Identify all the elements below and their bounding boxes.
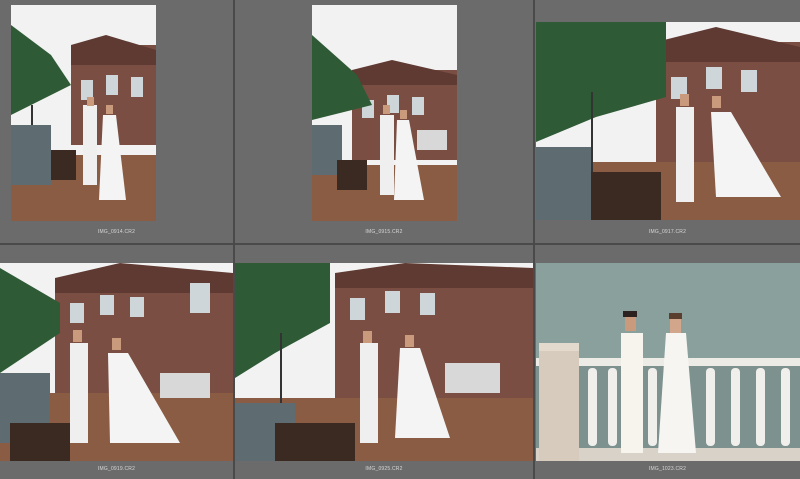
photo-cell[interactable]: IMG_1023.CR2 xyxy=(535,245,800,479)
photo-cell[interactable]: IMG_0925.CR2 xyxy=(235,245,533,479)
photo-thumbnail[interactable] xyxy=(0,263,233,461)
photo-thumbnail[interactable] xyxy=(312,5,457,221)
photo-cell[interactable]: IMG_0919.CR2 xyxy=(0,245,233,479)
photo-thumbnail[interactable] xyxy=(11,5,156,221)
photo-filename: IMG_0919.CR2 xyxy=(97,466,136,472)
photo-filename: IMG_0914.CR2 xyxy=(97,229,136,235)
photo-cell[interactable]: IMG_0914.CR2 xyxy=(0,0,233,243)
photo-cell[interactable]: IMG_0915.CR2 xyxy=(235,0,533,243)
photo-grid: IMG_0914.CR2 IMG_0915.CR2 IMG_0917.CR2 I… xyxy=(0,0,800,479)
photo-filename: IMG_0915.CR2 xyxy=(365,229,403,235)
photo-filename: IMG_0925.CR2 xyxy=(365,466,403,472)
photo-cell[interactable]: IMG_0917.CR2 xyxy=(535,0,800,243)
photo-thumbnail[interactable] xyxy=(235,263,533,461)
photo-thumbnail[interactable] xyxy=(536,263,800,461)
photo-filename: IMG_1023.CR2 xyxy=(648,466,687,472)
photo-thumbnail[interactable] xyxy=(536,22,800,220)
photo-filename: IMG_0917.CR2 xyxy=(648,229,687,235)
